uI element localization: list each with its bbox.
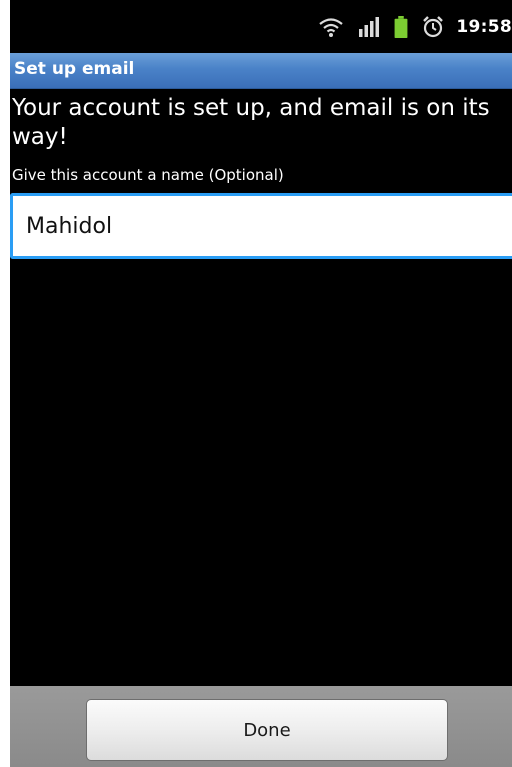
battery-icon <box>394 15 408 38</box>
status-time: 19:58 <box>456 16 512 37</box>
alarm-icon <box>423 15 444 37</box>
done-button[interactable]: Done <box>86 699 448 761</box>
wifi-icon <box>319 17 344 37</box>
account-name-label: Give this account a name (Optional) <box>12 166 284 184</box>
bottom-button-bar: Done <box>10 686 512 767</box>
page-title: Set up email <box>14 59 135 79</box>
account-name-input[interactable] <box>10 193 512 259</box>
phone-screen: 19:58 Set up email Your account is set u… <box>10 0 512 767</box>
status-bar: 19:58 <box>10 0 512 53</box>
signal-icon <box>359 16 380 37</box>
setup-complete-heading: Your account is set up, and email is on … <box>12 95 490 150</box>
title-bar: Set up email <box>10 53 512 89</box>
